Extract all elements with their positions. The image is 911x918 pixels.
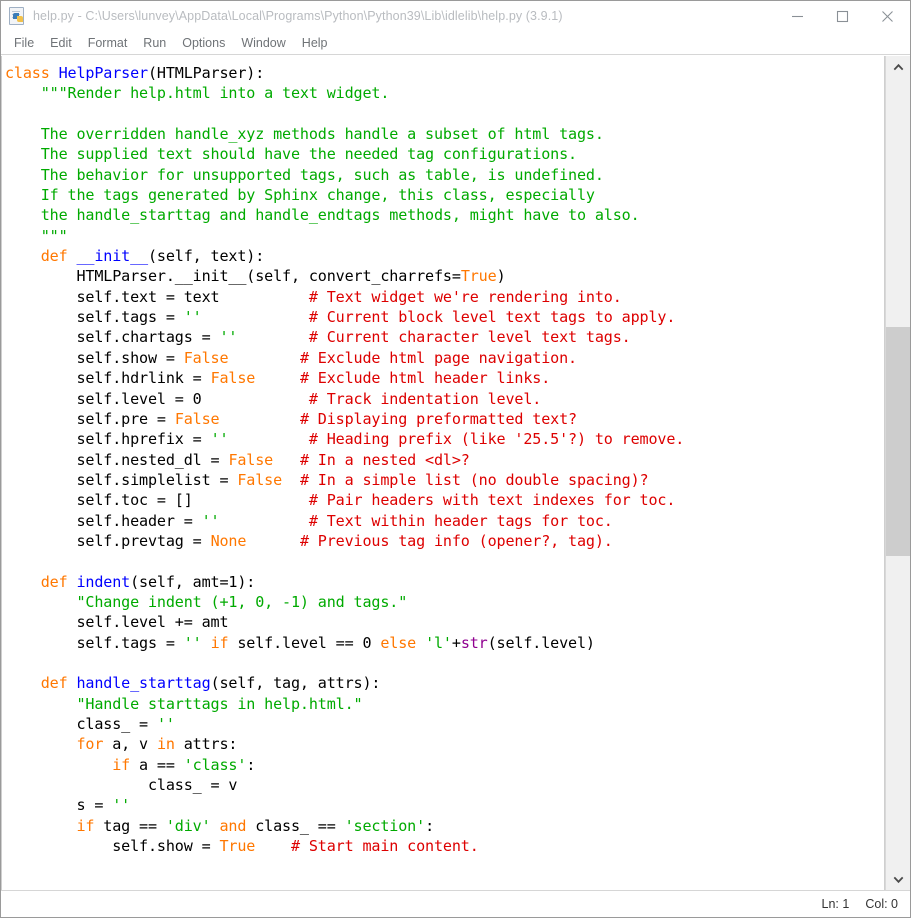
code-token-str: 'div' (165, 816, 211, 835)
code-token-kw: True (219, 837, 256, 856)
code-token-kw: def (40, 674, 68, 693)
window-controls (775, 1, 910, 31)
code-token-com: # Exclude html header links. (299, 369, 551, 388)
code-token-com: # Heading prefix (like '25.5'?) to remov… (308, 430, 685, 449)
window-title: help.py - C:\Users\lunvey\AppData\Local\… (33, 9, 563, 23)
code-token-str: '' (112, 796, 131, 815)
menu-bar: File Edit Format Run Options Window Help (1, 32, 910, 55)
menu-item-edit[interactable]: Edit (42, 34, 80, 52)
code-token-kw: if (210, 633, 229, 652)
code-token-str: If the tags generated by Sphinx change, … (5, 186, 595, 205)
code-token-str: '' (219, 328, 238, 347)
code-token-kw: def (40, 572, 68, 591)
code-token-str: '' (210, 430, 229, 449)
minimize-button[interactable] (775, 1, 820, 31)
code-token-str: 'section' (344, 816, 426, 835)
code-token-def: handle_starttag (76, 674, 211, 693)
code-token-str: The supplied text should have the needed… (5, 145, 577, 164)
code-token-str: """ (5, 226, 68, 245)
code-token-str: "Change indent (+1, 0, -1) and tags." (76, 592, 408, 611)
status-line-number: Ln: 1 (821, 897, 850, 911)
code-token-kw: False (183, 348, 229, 367)
close-button[interactable] (865, 1, 910, 31)
code-token-kw: and (219, 816, 247, 835)
code-token-kw: False (228, 450, 274, 469)
code-token-com: # Pair headers with text indexes for toc… (308, 491, 676, 510)
code-token-com: # Track indentation level. (308, 389, 542, 408)
code-token-str: "Handle starttags in help.html." (76, 694, 363, 713)
code-token-str: '' (201, 511, 220, 530)
code-token-str: """Render help.html into a text widget. (5, 84, 390, 103)
menu-item-run[interactable]: Run (135, 34, 174, 52)
code-token-com: # Text widget we're rendering into. (308, 287, 622, 306)
code-token-str: the handle_starttag and handle_endtags m… (5, 206, 640, 225)
code-token-com: # In a simple list (no double spacing)? (299, 470, 649, 489)
scroll-up-button[interactable] (886, 56, 910, 78)
maximize-button[interactable] (820, 1, 865, 31)
code-token-kw: False (210, 369, 256, 388)
menu-item-options[interactable]: Options (174, 34, 233, 52)
code-token-str: '' (183, 633, 202, 652)
code-token-com: # Displaying preformatted text? (299, 409, 577, 428)
editor-area: class HelpParser(HTMLParser): """Render … (1, 55, 910, 890)
code-token-str: 'class' (183, 755, 247, 774)
code-token-com: # Current character level text tags. (308, 328, 631, 347)
menu-item-file[interactable]: File (6, 34, 42, 52)
code-token-def: indent (76, 572, 131, 591)
code-token-kw: True (460, 267, 497, 286)
vertical-scrollbar[interactable] (885, 56, 910, 890)
code-token-str: '' (156, 715, 175, 733)
idle-editor-window: help.py - C:\Users\lunvey\AppData\Local\… (0, 0, 911, 918)
code-token-com: # Previous tag info (opener?, tag). (299, 531, 613, 550)
code-token-kw: else (380, 633, 417, 652)
code-token-def: __init__ (76, 247, 149, 266)
code-token-com: # Text within header tags for toc. (308, 511, 613, 530)
code-token-kw: None (210, 531, 247, 550)
code-token-str: The overridden handle_xyz methods handle… (5, 125, 604, 144)
code-token-kw: False (237, 470, 283, 489)
code-token-kw: if (112, 755, 131, 774)
menu-item-window[interactable]: Window (233, 34, 293, 52)
status-column-number: Col: 0 (865, 897, 898, 911)
scrollbar-track[interactable] (886, 78, 910, 868)
code-token-str: 'l' (425, 633, 452, 652)
code-token-com: # In a nested <dl>? (299, 450, 470, 469)
title-bar: help.py - C:\Users\lunvey\AppData\Local\… (1, 1, 910, 32)
code-token-kw: in (156, 735, 175, 754)
code-token-kw: False (174, 409, 220, 428)
code-token-def: HelpParser (58, 64, 149, 82)
code-token-kw: def (40, 247, 68, 266)
code-token-kw: class (5, 64, 50, 82)
status-bar: Ln: 1 Col: 0 (1, 890, 910, 917)
code-token-str: '' (183, 308, 202, 327)
scroll-down-button[interactable] (886, 868, 910, 890)
code-token-com: # Start main content. (291, 837, 479, 856)
menu-item-format[interactable]: Format (80, 34, 136, 52)
source-code[interactable]: class HelpParser(HTMLParser): """Render … (2, 56, 884, 856)
scrollbar-thumb[interactable] (886, 326, 910, 556)
code-token-str: The behavior for unsupported tags, such … (5, 165, 604, 184)
code-token-bin: str (460, 633, 488, 652)
code-token-com: # Exclude html page navigation. (299, 348, 577, 367)
code-token-com: # Current block level text tags to apply… (308, 308, 676, 327)
code-token-kw: if (76, 816, 95, 835)
menu-item-help[interactable]: Help (294, 34, 336, 52)
code-text-widget[interactable]: class HelpParser(HTMLParser): """Render … (1, 56, 885, 890)
python-file-icon (8, 7, 26, 25)
code-token-kw: for (76, 735, 104, 754)
